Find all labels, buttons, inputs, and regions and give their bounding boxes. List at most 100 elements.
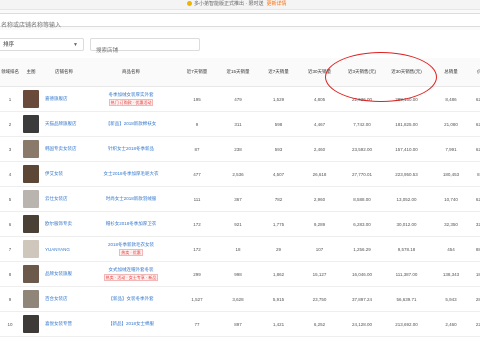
seller-link[interactable]: 嘉德旗舰店: [42, 86, 86, 112]
product-link[interactable]: 冬季加绒女装厚实外套: [87, 92, 175, 98]
sort-select[interactable]: 排序 ▼: [0, 38, 84, 51]
value-cell: 598: [258, 111, 299, 137]
table-row: 5 云仕女装店 时尚女士2018新款羽绒服 111 367 782 2,960 8,588.0…: [0, 186, 480, 212]
col-header[interactable]: 近30天销售(元): [384, 58, 429, 87]
chevron-down-icon: ▼: [73, 42, 78, 48]
seller-link[interactable]: YUANYANG: [42, 236, 86, 262]
top-notice-bar: 多小弟智能版正式推出 · 限时送 更新详情: [0, 0, 480, 10]
col-header[interactable]: 领域排名: [0, 58, 20, 87]
product-thumbnail[interactable]: [23, 190, 39, 208]
value-cell: 1,256.29: [340, 236, 384, 262]
product-cell: 女式加绒连帽外套冬装 热卖 · 活动 · 女士专享 · 新品: [86, 261, 176, 287]
product-cell: 【新品】女装冬季外套: [86, 286, 176, 312]
value-cell: 172: [176, 211, 218, 237]
seller-link[interactable]: 品牌女装旗舰: [42, 261, 86, 287]
value-cell: 454: [429, 236, 473, 262]
rank-cell: 5: [0, 186, 20, 212]
rank-cell: 4: [0, 161, 20, 187]
value-cell: 24,128.00: [340, 311, 384, 337]
value-cell: 180,453: [429, 161, 473, 187]
product-thumbnail[interactable]: [23, 115, 39, 133]
col-header[interactable]: 总销量: [429, 58, 473, 87]
rank-cell: 3: [0, 136, 20, 162]
value-cell: 2,460: [429, 311, 473, 337]
thumb-cell: [20, 86, 42, 112]
value-cell: 477: [176, 161, 218, 187]
product-link[interactable]: 【新品】2018女士棉服: [87, 321, 175, 327]
product-cell: 【新品】2018新款棉袄女: [86, 111, 176, 137]
value-cell: 9,578.18: [384, 236, 429, 262]
value-cell: 21,080: [429, 111, 473, 137]
seller-link[interactable]: 韩国专卖女装店: [42, 136, 86, 162]
product-link[interactable]: 【新品】女装冬季外套: [87, 296, 175, 302]
value-cell: 32,350: [429, 211, 473, 237]
sort-select-value: 排序: [3, 42, 15, 48]
value-cell: 1,775: [258, 211, 299, 237]
value-cell: 4,507: [258, 161, 299, 187]
seller-link[interactable]: 伊艾女装: [42, 161, 86, 187]
product-thumbnail[interactable]: [23, 265, 39, 283]
value-cell: 782: [258, 186, 299, 212]
value-cell: 4,805: [299, 86, 340, 112]
seller-link[interactable]: 云仕女装店: [42, 186, 86, 212]
product-link[interactable]: 女式加绒连帽外套冬装: [87, 267, 175, 273]
search-input[interactable]: [0, 20, 480, 32]
value-cell: 26,618: [299, 161, 340, 187]
product-cell: 【新品】2018女士棉服: [86, 311, 176, 337]
value-cell: 9,289: [299, 211, 340, 237]
value-cell: 37,897.24: [340, 286, 384, 312]
product-thumbnail[interactable]: [23, 240, 39, 258]
value-cell: 181,825.00: [384, 111, 429, 137]
rank-cell: 7: [0, 236, 20, 262]
value-cell: 4,467: [299, 111, 340, 137]
value-cell: 62.00: [473, 136, 480, 162]
table-row: 1 嘉德旗舰店 冬季加绒女装厚实外套 热门 订购款 · 优惠活动 195 479 1,529…: [0, 86, 480, 112]
product-thumbnail[interactable]: [23, 315, 39, 333]
rank-cell: 8: [0, 261, 20, 287]
seller-link[interactable]: 天猫品牌旗舰店: [42, 111, 86, 137]
product-thumbnail[interactable]: [23, 165, 39, 183]
value-cell: 138,343: [429, 261, 473, 287]
col-header[interactable]: 近3天销售(元): [340, 58, 384, 87]
value-cell: 18.00: [473, 261, 480, 287]
seller-link[interactable]: 欧尔服饰专卖: [42, 211, 86, 237]
product-link[interactable]: 2018冬季新款毛衣女装: [87, 242, 175, 248]
product-link[interactable]: 女士2018冬季加厚毛呢大衣: [87, 171, 175, 177]
value-cell: 1,421: [258, 311, 299, 337]
promo-tag: 热卖 · 活动 · 女士专享 · 新品: [103, 274, 159, 281]
value-cell: 87: [176, 136, 218, 162]
col-header[interactable]: 价格: [473, 58, 480, 87]
product-link[interactable]: 【新品】2018新款棉袄女: [87, 121, 175, 127]
value-cell: 16,046.00: [340, 261, 384, 287]
col-header: 商品名称: [86, 58, 176, 87]
table-header-row: 领域排名 主图 店铺名称 商品名称 近7天销量 近15天销量 近7天销量 近30…: [0, 58, 480, 87]
product-link[interactable]: 针织女士2018冬季新品: [87, 146, 175, 152]
value-cell: 6,283.00: [340, 211, 384, 237]
product-thumbnail[interactable]: [23, 140, 39, 158]
product-thumbnail[interactable]: [23, 215, 39, 233]
rank-cell: 9: [0, 286, 20, 312]
value-cell: 172: [176, 236, 218, 262]
seller-link[interactable]: 百合女装店: [42, 286, 86, 312]
store-search-input[interactable]: [91, 45, 204, 57]
thumb-cell: [20, 161, 42, 187]
product-thumbnail[interactable]: [23, 90, 39, 108]
col-header[interactable]: 近7天销量: [258, 58, 299, 87]
value-cell: 29: [258, 236, 299, 262]
col-header[interactable]: 近15天销量: [218, 58, 258, 87]
top-notice-text: 多小弟智能版正式推出 · 限时送: [194, 1, 264, 7]
value-cell: 62.00: [473, 186, 480, 212]
value-cell: 8.41: [473, 161, 480, 187]
product-link[interactable]: 时尚女士2018新款羽绒服: [87, 196, 175, 202]
value-cell: 1,527: [176, 286, 218, 312]
product-link[interactable]: 帽衫女2018冬季加厚卫衣: [87, 221, 175, 227]
seller-link[interactable]: 喜悦女装专营: [42, 311, 86, 337]
top-notice-link[interactable]: 更新详情: [266, 1, 286, 7]
col-header[interactable]: 近30天销量: [299, 58, 340, 87]
value-cell: 111: [176, 186, 218, 212]
value-cell: 213,692.00: [384, 311, 429, 337]
col-header[interactable]: 近7天销量: [176, 58, 218, 87]
table-row: 3 韩国专卖女装店 针织女士2018冬季新品 87 238 593 2,460 23,592.…: [0, 136, 480, 162]
product-thumbnail[interactable]: [23, 290, 39, 308]
value-cell: 897: [218, 311, 258, 337]
